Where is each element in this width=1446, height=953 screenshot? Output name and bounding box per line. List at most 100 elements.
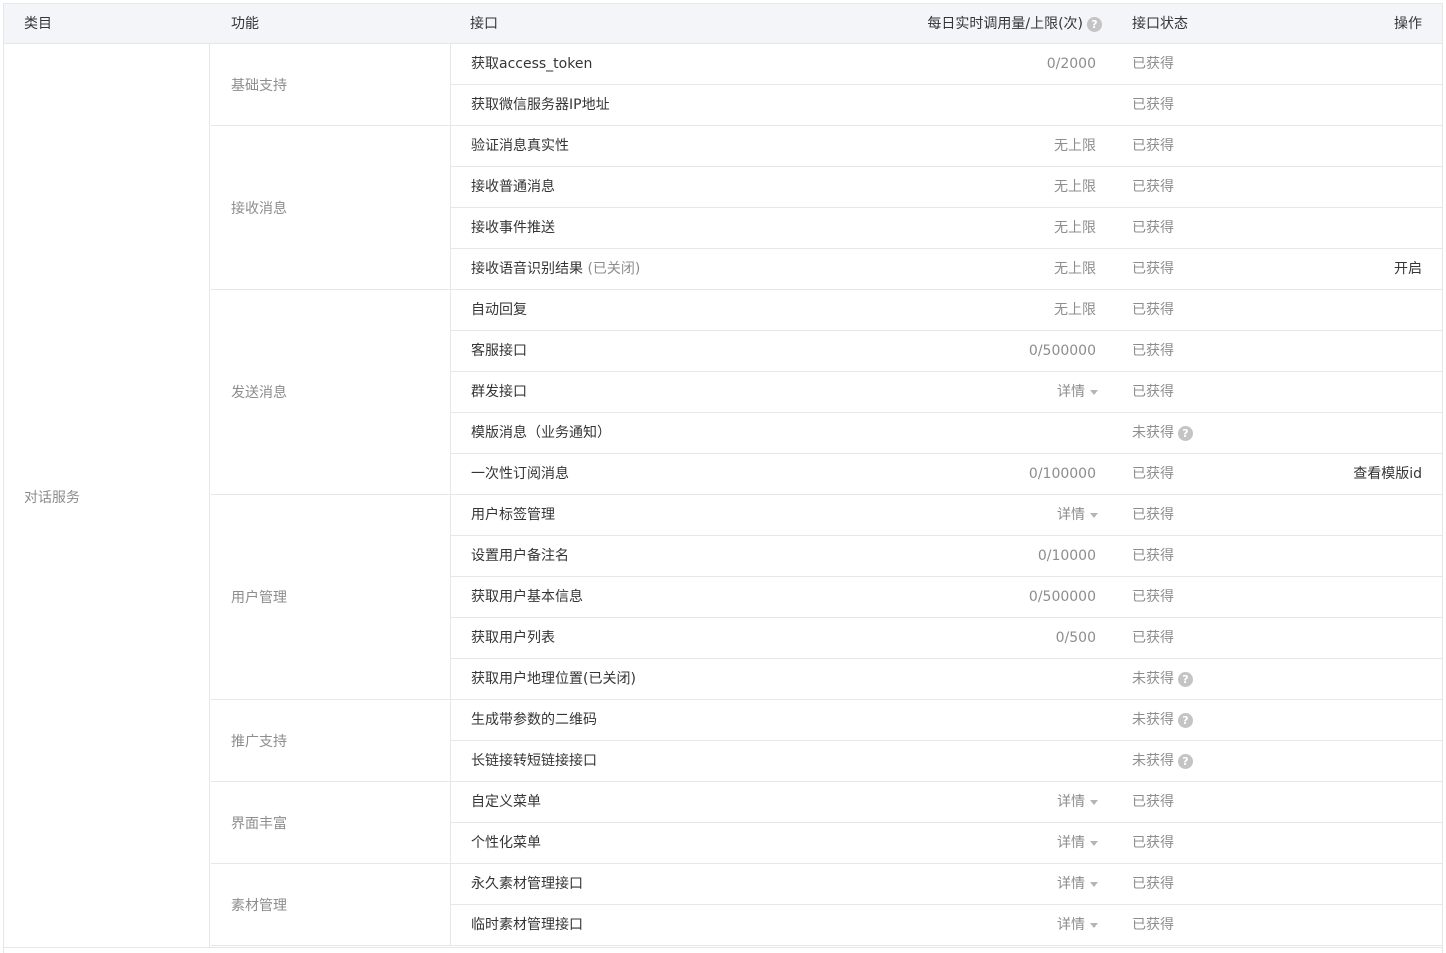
api-status-text: 已获得 xyxy=(1132,507,1174,523)
caret-down-icon xyxy=(1090,799,1098,805)
quota-value: 0/500000 xyxy=(1029,331,1096,371)
api-name-text: 生成带参数的二维码 xyxy=(471,712,597,728)
api-status-text: 未获得 xyxy=(1132,712,1174,728)
api-name-text: 群发接口 xyxy=(471,384,527,400)
api-status: 未获得? xyxy=(1132,659,1193,699)
table-row: 获取用户地理位置(已关闭) 未获得? xyxy=(451,659,1442,700)
question-circle-icon[interactable]: ? xyxy=(1087,16,1102,32)
quota-details-dropdown[interactable]: 详情 xyxy=(1057,782,1098,822)
quota-text: 无上限 xyxy=(1054,138,1096,154)
api-status: 已获得 xyxy=(1132,372,1174,412)
quota-text: 0/2000 xyxy=(1046,56,1096,72)
api-status: 已获得 xyxy=(1132,454,1174,494)
api-status-text: 已获得 xyxy=(1132,138,1174,154)
quota-details-dropdown[interactable]: 详情 xyxy=(1057,823,1098,863)
api-status: 已获得 xyxy=(1132,495,1174,535)
api-name: 获取微信服务器IP地址 xyxy=(471,85,610,125)
quota-details-dropdown[interactable]: 详情 xyxy=(1057,372,1098,412)
quota-value: 0/10000 xyxy=(1038,536,1096,576)
api-name-text: 自定义菜单 xyxy=(471,794,541,810)
api-name: 接收事件推送 xyxy=(471,208,555,248)
api-status: 未获得? xyxy=(1132,413,1193,453)
api-name: 接收普通消息 xyxy=(471,167,555,207)
api-name: 个性化菜单 xyxy=(471,823,541,863)
api-status: 已获得 xyxy=(1132,126,1174,166)
quota-value: 0/500 xyxy=(1056,618,1096,658)
feature-group-label: 素材管理 xyxy=(231,897,287,914)
table-row: 获取微信服务器IP地址 已获得 xyxy=(451,85,1442,126)
api-status: 已获得 xyxy=(1132,823,1174,863)
api-status: 已获得 xyxy=(1132,44,1174,84)
api-name-text: 验证消息真实性 xyxy=(471,138,569,154)
question-circle-icon[interactable]: ? xyxy=(1178,425,1193,441)
api-name-text: 获取用户地理位置(已关闭) xyxy=(471,671,636,687)
quota-text: 0/500000 xyxy=(1028,589,1096,605)
feature-group-label: 界面丰富 xyxy=(231,815,287,832)
quota-text: 0/10000 xyxy=(1037,548,1096,564)
api-name: 接收语音识别结果 (已关闭) xyxy=(471,249,640,289)
feature-group: 发送消息 xyxy=(211,290,451,495)
caret-down-icon xyxy=(1090,840,1098,846)
feature-group-label: 发送消息 xyxy=(231,385,287,401)
header-operation: 操作 xyxy=(1394,16,1422,32)
api-name-text: 获取用户列表 xyxy=(471,630,555,646)
table-row: 接收语音识别结果 (已关闭) 无上限 已获得 开启 xyxy=(451,249,1442,290)
table-row: 获取用户基本信息 0/500000 已获得 xyxy=(451,577,1442,618)
api-status-text: 未获得 xyxy=(1132,425,1174,441)
table-row: 自定义菜单 详情 已获得 xyxy=(451,782,1442,823)
caret-down-icon xyxy=(1090,512,1098,518)
table-row: 接收事件推送 无上限 已获得 xyxy=(451,208,1442,249)
quota-text: 0/100000 xyxy=(1028,466,1096,482)
quota-value: 无上限 xyxy=(1054,126,1096,166)
api-status-text: 已获得 xyxy=(1132,794,1174,810)
api-name: 永久素材管理接口 xyxy=(471,864,583,904)
category-label: 对话服务 xyxy=(24,490,80,506)
question-circle-icon[interactable]: ? xyxy=(1178,753,1193,769)
quota-text: 详情 xyxy=(1057,507,1085,523)
header-category: 类目 xyxy=(24,16,52,32)
header-feature: 功能 xyxy=(231,16,259,32)
quota-details-dropdown[interactable]: 详情 xyxy=(1057,495,1098,535)
api-status: 已获得 xyxy=(1132,618,1174,658)
caret-down-icon xyxy=(1090,881,1098,887)
category-cell: 对话服务 xyxy=(4,44,210,947)
question-circle-icon[interactable]: ? xyxy=(1178,712,1193,728)
feature-group: 接收消息 xyxy=(211,126,451,290)
quota-value: 0/2000 xyxy=(1047,44,1096,84)
api-status-text: 已获得 xyxy=(1132,261,1174,277)
table-header: 类目 功能 接口 每日实时调用量/上限(次)? 接口状态 操作 xyxy=(4,4,1442,44)
api-status: 已获得 xyxy=(1132,331,1174,371)
table-row: 获取用户列表 0/500 已获得 xyxy=(451,618,1442,659)
quota-text: 详情 xyxy=(1057,384,1085,400)
feature-group: 界面丰富 xyxy=(211,782,451,864)
api-name: 自定义菜单 xyxy=(471,782,541,822)
table-row: 长链接转短链接接口 未获得? xyxy=(451,741,1442,782)
operation-link[interactable]: 查看模版id xyxy=(1353,454,1422,494)
api-status-text: 已获得 xyxy=(1132,589,1174,605)
api-name: 客服接口 xyxy=(471,331,527,371)
api-name: 群发接口 xyxy=(471,372,527,412)
feature-group-label: 基础支持 xyxy=(231,77,287,94)
quota-text: 无上限 xyxy=(1054,261,1096,277)
table-row: 个性化菜单 详情 已获得 xyxy=(451,823,1442,864)
question-circle-icon[interactable]: ? xyxy=(1178,671,1193,687)
api-name-text: 永久素材管理接口 xyxy=(471,876,583,892)
api-name-text: 临时素材管理接口 xyxy=(471,917,583,933)
quota-text: 0/500 xyxy=(1055,630,1096,646)
header-quota: 每日实时调用量/上限(次)? xyxy=(927,4,1102,44)
api-name: 生成带参数的二维码 xyxy=(471,700,597,740)
operation-link[interactable]: 开启 xyxy=(1394,249,1422,289)
table-row: 接收普通消息 无上限 已获得 xyxy=(451,167,1442,208)
api-name: 验证消息真实性 xyxy=(471,126,569,166)
api-name: 获取用户地理位置(已关闭) xyxy=(471,659,636,699)
api-status-text: 已获得 xyxy=(1132,548,1174,564)
api-status: 已获得 xyxy=(1132,864,1174,904)
header-api: 接口 xyxy=(470,16,498,32)
api-status-text: 已获得 xyxy=(1132,466,1174,482)
quota-details-dropdown[interactable]: 详情 xyxy=(1057,905,1098,945)
api-status: 已获得 xyxy=(1132,905,1174,945)
api-name: 临时素材管理接口 xyxy=(471,905,583,945)
api-permission-table: 类目 功能 接口 每日实时调用量/上限(次)? 接口状态 操作 对话服务 基础支… xyxy=(3,3,1443,953)
quota-details-dropdown[interactable]: 详情 xyxy=(1057,864,1098,904)
api-name-text: 获取微信服务器IP地址 xyxy=(471,97,610,113)
